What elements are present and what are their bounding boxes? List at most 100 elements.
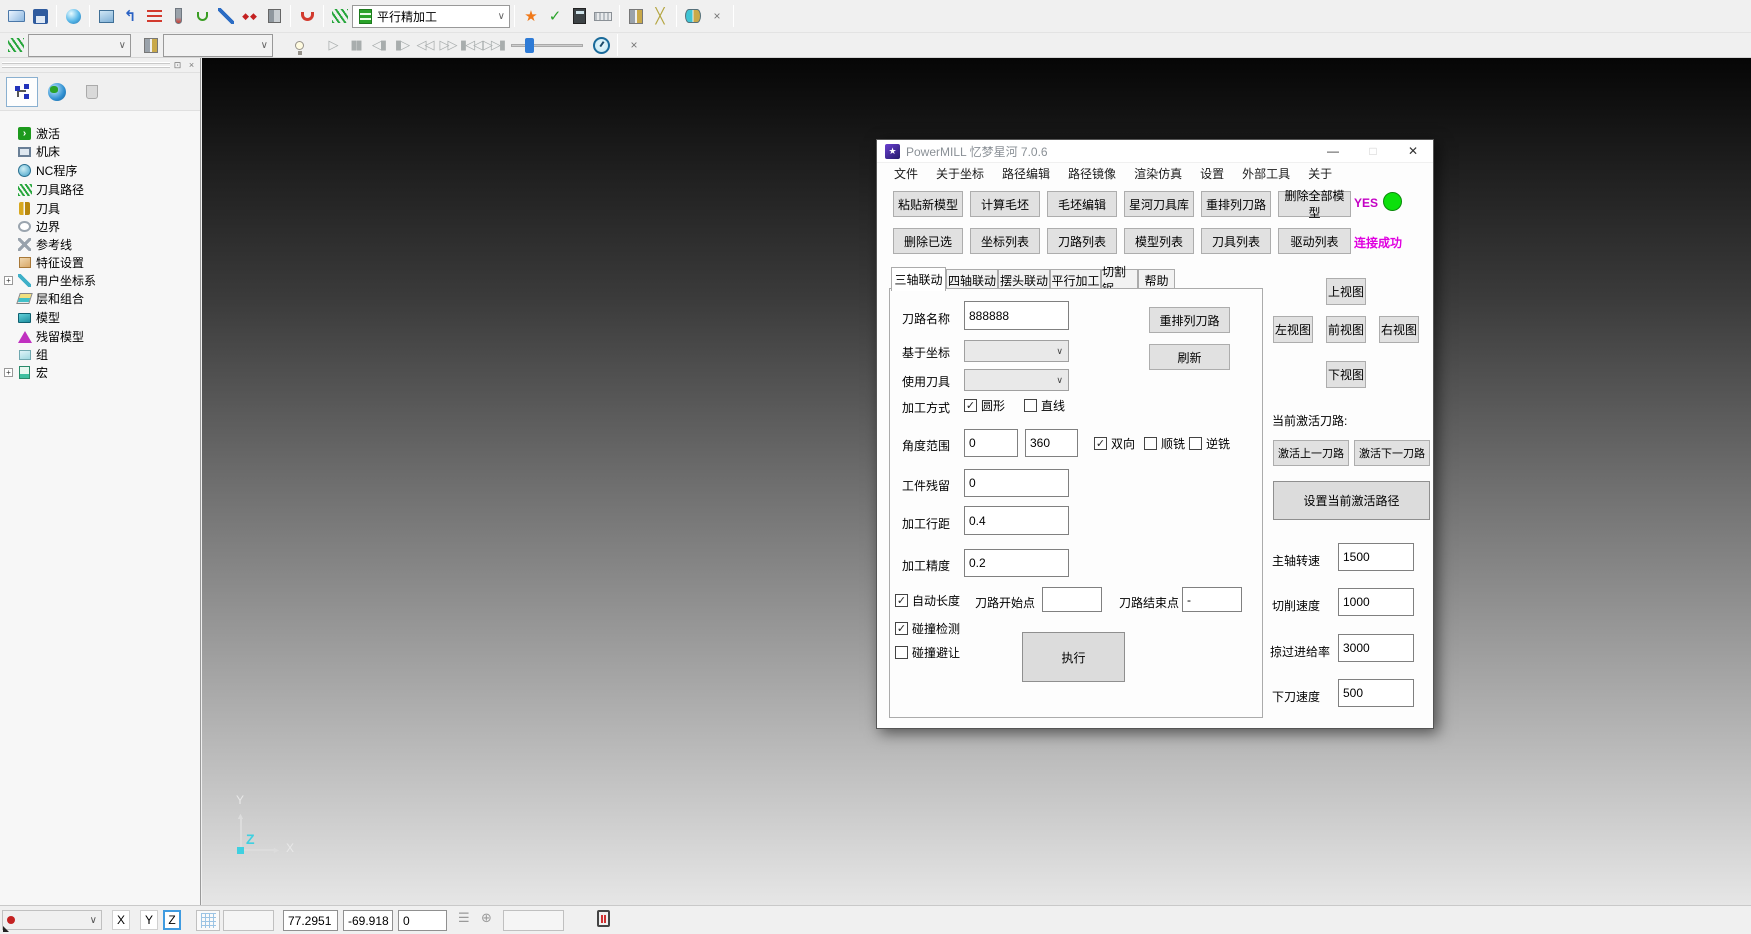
expander-icon[interactable]: + bbox=[4, 276, 13, 285]
fast-forward-button[interactable]: ▷▷ bbox=[436, 37, 459, 53]
coord-x-field[interactable]: 77.2951 bbox=[283, 910, 338, 931]
minimize-button[interactable]: — bbox=[1313, 140, 1353, 162]
tool-arc-icon[interactable] bbox=[295, 4, 319, 28]
coord-list-button[interactable]: 坐标列表 bbox=[970, 228, 1040, 254]
points-icon[interactable]: ◆◆ bbox=[238, 4, 262, 28]
drive-list-button[interactable]: 驱动列表 bbox=[1278, 228, 1351, 254]
compute-stock-button[interactable]: 计算毛坯 bbox=[970, 191, 1040, 217]
menu-about[interactable]: 关于 bbox=[1299, 165, 1341, 182]
menu-settings[interactable]: 设置 bbox=[1191, 165, 1233, 182]
tab-4axis[interactable]: 四轴联动 bbox=[946, 269, 998, 290]
start-point-input[interactable] bbox=[1042, 587, 1102, 612]
end-point-input[interactable] bbox=[1182, 587, 1242, 612]
tool-select-dropdown[interactable]: ∨ bbox=[163, 34, 273, 57]
tree-item-activate[interactable]: ›激活 bbox=[4, 125, 60, 142]
close-panel-icon[interactable]: × bbox=[185, 59, 198, 71]
skip-start-button[interactable]: ▮◁◁ bbox=[459, 37, 482, 53]
line-checkbox[interactable]: 直线 bbox=[1024, 397, 1065, 414]
measure-field[interactable] bbox=[503, 910, 564, 931]
execute-button[interactable]: 执行 bbox=[1022, 632, 1125, 682]
close-toolbar-icon[interactable]: × bbox=[622, 33, 646, 57]
lightbulb-icon[interactable] bbox=[287, 33, 311, 57]
spindle-speed-input[interactable] bbox=[1338, 543, 1414, 571]
rewind-button[interactable]: ◁◁ bbox=[413, 37, 436, 53]
view-right-button[interactable]: 右视图 bbox=[1379, 316, 1419, 343]
step-forward-button[interactable]: ▮▷ bbox=[390, 37, 413, 53]
pause-device-icon[interactable] bbox=[597, 910, 610, 927]
cutting-speed-input[interactable] bbox=[1338, 588, 1414, 616]
tab-saw[interactable]: 切割锯 bbox=[1101, 269, 1138, 290]
tab-3axis[interactable]: 三轴联动 bbox=[891, 267, 946, 291]
view-front-button[interactable]: 前视图 bbox=[1326, 316, 1366, 343]
stepover-input[interactable] bbox=[964, 506, 1069, 535]
refresh-button[interactable]: 刷新 bbox=[1149, 344, 1230, 370]
view-bottom-button[interactable]: 下视图 bbox=[1326, 361, 1366, 388]
delete-selected-button[interactable]: 删除已选 bbox=[893, 228, 963, 254]
use-tool-dropdown[interactable]: ∨ bbox=[964, 369, 1069, 391]
step-back-button[interactable]: ◁▮ bbox=[367, 37, 390, 53]
toolpath-name-input[interactable] bbox=[964, 301, 1069, 330]
coord-z-field[interactable]: 0 bbox=[398, 910, 447, 931]
view-left-button[interactable]: 左视图 bbox=[1273, 316, 1313, 343]
set-active-path-button[interactable]: 设置当前激活路径 bbox=[1273, 481, 1430, 520]
angle-from-input[interactable] bbox=[964, 429, 1018, 457]
toolpath-spring-icon[interactable] bbox=[4, 33, 28, 57]
activate-next-toolpath-button[interactable]: 激活下一刀路 bbox=[1354, 440, 1430, 466]
y-axis-button[interactable]: Y bbox=[140, 910, 158, 930]
close-toolbar-icon[interactable]: × bbox=[705, 4, 729, 28]
calculator-icon[interactable] bbox=[567, 4, 591, 28]
menu-path-mirror[interactable]: 路径镜像 bbox=[1059, 165, 1125, 182]
x-axis-button[interactable]: X bbox=[112, 910, 130, 930]
plunge-speed-input[interactable] bbox=[1338, 679, 1414, 707]
expander-icon[interactable]: + bbox=[4, 368, 13, 377]
angle-to-input[interactable] bbox=[1025, 429, 1078, 457]
close-button[interactable]: ✕ bbox=[1393, 140, 1433, 162]
grid-size-field[interactable] bbox=[223, 910, 274, 931]
play-button[interactable]: ▷ bbox=[321, 37, 344, 53]
toolpath-list-button[interactable]: 刀路列表 bbox=[1047, 228, 1117, 254]
tool-check-icon[interactable]: ✓ bbox=[543, 4, 567, 28]
tab-recycle-bin[interactable] bbox=[76, 77, 108, 107]
tab-help[interactable]: 帮助 bbox=[1138, 269, 1175, 290]
tree-item-models[interactable]: 模型 bbox=[4, 309, 60, 326]
tree-item-toolpaths[interactable]: 刀具路径 bbox=[4, 181, 84, 198]
tree-item-patterns[interactable]: 参考线 bbox=[4, 236, 72, 253]
rearrange-toolpath-button-2[interactable]: 重排列刀路 bbox=[1149, 307, 1230, 333]
delete-all-models-button[interactable]: 删除全部模型 bbox=[1278, 191, 1351, 217]
delete-tool-icon[interactable] bbox=[262, 4, 286, 28]
toolpath-select-dropdown[interactable]: ∨ bbox=[28, 34, 131, 57]
probe-dropdown[interactable]: ∨ bbox=[2, 910, 102, 930]
slider-thumb[interactable] bbox=[525, 38, 534, 53]
conventional-mill-checkbox[interactable]: 逆铣 bbox=[1189, 435, 1230, 452]
tree-item-feature-sets[interactable]: 特征设置 bbox=[4, 254, 84, 271]
maximize-button[interactable]: □ bbox=[1353, 140, 1393, 162]
tool-star-icon[interactable]: ★ bbox=[519, 4, 543, 28]
stock-lines-icon[interactable] bbox=[142, 4, 166, 28]
float-panel-icon[interactable]: ⊡ bbox=[171, 59, 184, 71]
dialog-titlebar[interactable]: ★ PowerMILL 忆梦星河 7.0.6 — □ ✕ bbox=[877, 140, 1433, 163]
skip-end-button[interactable]: ▷▷▮ bbox=[482, 37, 505, 53]
tree-item-groups[interactable]: 组 bbox=[4, 346, 48, 363]
stock-edit-button[interactable]: 毛坯编辑 bbox=[1047, 191, 1117, 217]
save-icon[interactable] bbox=[28, 4, 52, 28]
bidirectional-checkbox[interactable]: ✓双向 bbox=[1094, 435, 1135, 452]
skim-feed-input[interactable] bbox=[1338, 634, 1414, 662]
clean-sphere-icon[interactable] bbox=[61, 4, 85, 28]
grid-toggle-button[interactable] bbox=[196, 910, 220, 931]
circle-checkbox[interactable]: ✓圆形 bbox=[964, 397, 1005, 414]
toolpath-spring-icon[interactable] bbox=[328, 4, 352, 28]
tab-web[interactable] bbox=[41, 77, 73, 107]
move-cursor-icon[interactable]: ⊕ bbox=[481, 910, 492, 926]
toolpath-create-icon[interactable]: ↰ bbox=[118, 4, 142, 28]
edit-pencil-icon[interactable] bbox=[214, 4, 238, 28]
tree-item-machine[interactable]: 机床 bbox=[4, 143, 60, 160]
tool-icon[interactable] bbox=[166, 4, 190, 28]
auto-length-checkbox[interactable]: ✓自动长度 bbox=[895, 592, 960, 609]
tree-item-workplanes[interactable]: +用户坐标系 bbox=[4, 272, 96, 289]
ruler-icon[interactable] bbox=[591, 4, 615, 28]
block-icon[interactable] bbox=[94, 4, 118, 28]
based-coord-dropdown[interactable]: ∨ bbox=[964, 340, 1069, 362]
simulation-speed-slider[interactable] bbox=[511, 36, 583, 54]
xyz-list-icon[interactable]: ☰ bbox=[458, 910, 470, 926]
panel-gripper[interactable]: ⊡ × bbox=[0, 58, 200, 73]
